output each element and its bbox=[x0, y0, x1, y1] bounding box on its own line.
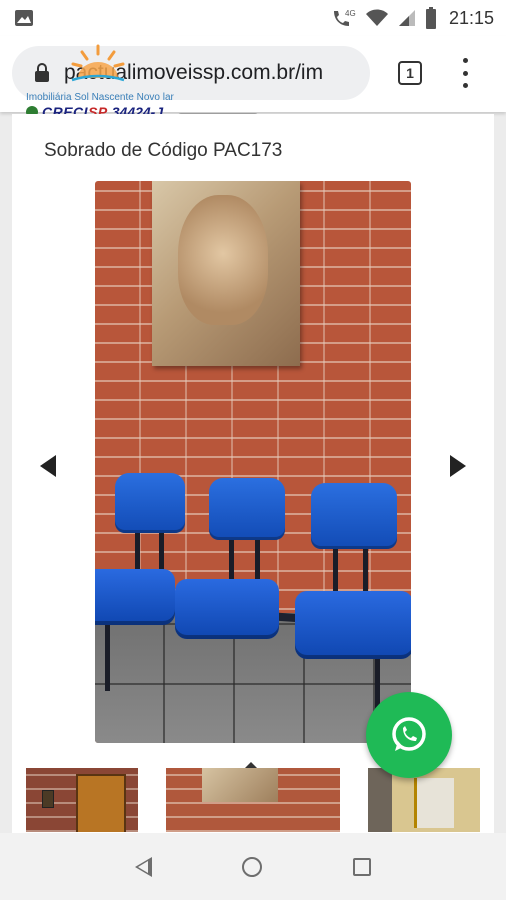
previous-photo-arrow-icon[interactable] bbox=[40, 455, 56, 477]
wall-frame bbox=[42, 790, 54, 808]
whatsapp-icon bbox=[392, 717, 426, 751]
listing-title: Sobrado de Código PAC173 bbox=[44, 140, 283, 161]
poster-thumb bbox=[202, 768, 278, 802]
clock: 21:15 bbox=[448, 7, 494, 28]
battery-icon bbox=[425, 7, 436, 29]
recents-icon[interactable] bbox=[352, 857, 371, 876]
thumbnail[interactable] bbox=[368, 768, 480, 832]
site-tagline: Imobiliária Sol Nascente Novo lar bbox=[26, 92, 174, 103]
thumbnail[interactable] bbox=[166, 768, 340, 832]
screen: 4G 21:15 pactualimoveissp.com.br/im 1 Im… bbox=[0, 0, 506, 900]
thumbnail[interactable] bbox=[26, 768, 138, 832]
url-text: pactualimoveissp.com.br/im bbox=[64, 61, 324, 84]
home-icon[interactable] bbox=[242, 856, 263, 877]
next-photo-arrow-icon[interactable] bbox=[450, 455, 466, 477]
network-type: 4G bbox=[345, 9, 356, 18]
bench-leg bbox=[375, 651, 380, 711]
chair-seat bbox=[95, 569, 175, 625]
lock-icon bbox=[35, 63, 49, 82]
wooden-door bbox=[76, 774, 126, 832]
wall-poster bbox=[152, 181, 300, 366]
status-right: 4G 21:15 bbox=[331, 7, 494, 29]
shelf bbox=[414, 778, 454, 828]
chair-seat bbox=[175, 579, 279, 639]
system-nav-bar bbox=[0, 833, 506, 900]
status-bar: 4G 21:15 bbox=[0, 0, 506, 36]
poster-portrait bbox=[178, 195, 268, 325]
chair-backrest bbox=[115, 473, 185, 533]
overflow-menu-icon[interactable] bbox=[458, 58, 472, 88]
main-photo[interactable] bbox=[95, 181, 411, 743]
call-4g-icon: 4G bbox=[333, 9, 356, 26]
chair-backrest bbox=[209, 478, 285, 540]
image-notification-icon bbox=[15, 10, 33, 26]
doorway bbox=[368, 768, 392, 832]
chair-seat bbox=[295, 591, 411, 659]
thumbnail-strip bbox=[0, 762, 506, 832]
whatsapp-button[interactable] bbox=[366, 692, 452, 778]
wifi-icon bbox=[365, 9, 388, 26]
chair-backrest bbox=[311, 483, 397, 549]
signal-icon bbox=[398, 10, 415, 26]
tab-switcher-button[interactable]: 1 bbox=[398, 61, 422, 85]
status-left bbox=[14, 8, 34, 28]
back-icon[interactable] bbox=[135, 856, 153, 877]
